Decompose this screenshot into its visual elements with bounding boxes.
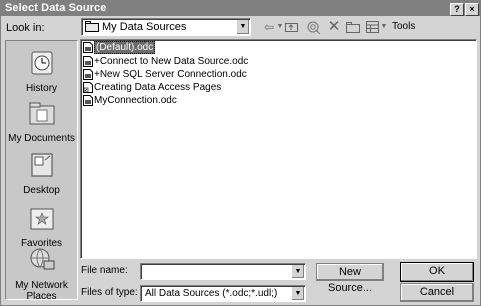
place-favorites[interactable]: Favorites [6,204,77,249]
new-source-button[interactable]: New Source... [316,263,384,294]
file-name-label: File name: [81,265,128,276]
back-dropdown-icon[interactable]: ▼ [276,20,284,34]
list-item[interactable]: Creating Data Access Pages [83,82,221,94]
list-item[interactable]: (Default).odc [83,41,156,54]
ok-button[interactable]: OK [400,262,474,282]
my-documents-icon [29,102,54,125]
search-web-icon[interactable] [306,20,322,35]
chevron-down-icon[interactable]: ▼ [291,265,304,278]
network-places-icon [30,248,54,270]
list-item[interactable]: +Connect to New Data Source.odc [83,56,248,68]
list-item[interactable]: MyConnection.odc [83,95,177,107]
folder-icon [85,21,99,32]
look-in-label: Look in: [6,22,45,34]
file-name: +Connect to New Data Source.odc [94,56,249,67]
place-my-network-places[interactable]: My Network Places [6,246,77,302]
places-bar: History My Documents Desktop Favorites M… [5,40,78,302]
select-data-source-dialog: Select Data Source ? × Look in: My Data … [0,0,481,306]
file-name: +New SQL Server Connection.odc [94,69,247,80]
close-button[interactable]: × [465,3,479,16]
dialog-title: Select Data Source [5,2,107,14]
files-of-type-value: All Data Sources (*.odc;*.udl;) [145,288,278,299]
file-name: MyConnection.odc [94,95,177,106]
files-of-type-select[interactable]: All Data Sources (*.odc;*.udl;) ▼ [140,285,306,302]
chevron-down-icon[interactable]: ▼ [291,287,304,300]
place-label: Desktop [23,185,60,196]
files-of-type-label: Files of type: [81,287,138,298]
place-desktop[interactable]: Desktop [6,151,77,196]
history-icon [31,51,52,75]
file-name: Creating Data Access Pages [94,82,222,93]
file-name-input[interactable]: ▼ [140,263,306,280]
delete-icon[interactable]: ✕ [327,19,341,34]
place-label: My Network Places [15,280,68,302]
odc-file-icon [83,95,93,106]
file-list[interactable]: (Default).odc +Connect to New Data Sourc… [80,39,477,259]
views-icon[interactable] [365,20,379,34]
new-folder-icon[interactable] [345,20,361,34]
views-dropdown-icon[interactable]: ▼ [380,20,388,34]
tools-label: Tools [392,21,416,32]
chevron-down-icon[interactable]: ▼ [236,20,249,34]
file-name: (Default).odc [94,41,156,54]
favorites-icon [30,208,53,230]
up-folder-icon[interactable] [285,20,299,34]
cancel-button[interactable]: Cancel [400,283,474,302]
place-label: My Documents [8,133,75,144]
look-in-value: My Data Sources [102,21,187,33]
list-item[interactable]: +New SQL Server Connection.odc [83,69,247,81]
help-button[interactable]: ? [450,3,464,16]
look-in-select[interactable]: My Data Sources ▼ [81,18,251,36]
tools-menu[interactable]: Tools ▼ [392,20,422,46]
place-label: History [25,83,58,94]
place-history[interactable]: History [6,49,77,94]
odc-file-icon [83,42,93,53]
place-my-documents[interactable]: My Documents [6,99,77,144]
odc-file-icon [83,69,93,80]
odc-file-icon [83,56,93,67]
desktop-icon [31,153,52,177]
title-bar[interactable]: Select Data Source ? × [1,1,480,16]
shortcut-file-icon [83,82,93,93]
